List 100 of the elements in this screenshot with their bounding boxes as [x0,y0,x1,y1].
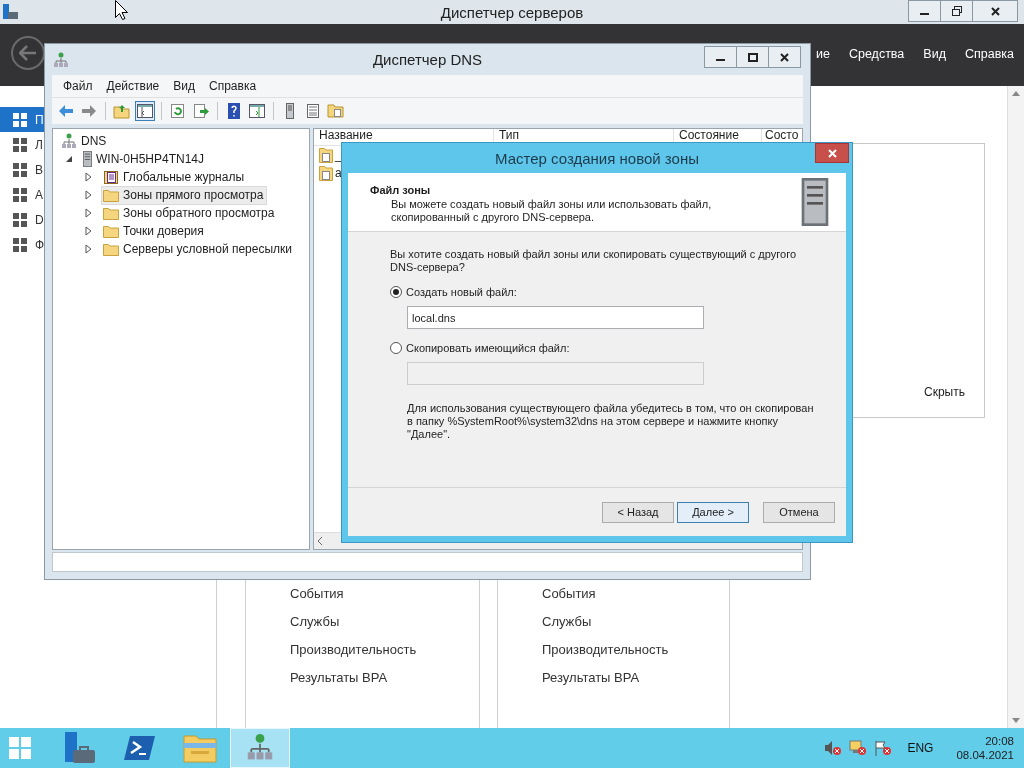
nav-item[interactable]: D [0,207,44,232]
wizard-button[interactable]: Далее > [677,501,749,523]
toolbar-button[interactable] [135,101,155,121]
note-text: Для использования существующего файла убедитесь в том, что он скопирован в папку %SystemRoot%\system32\dns на этом сервере и нажмите кнопку "Далее". [407,402,815,441]
minimize-button[interactable] [704,46,737,68]
nav-item[interactable]: П [0,107,44,132]
wizard-button[interactable]: Отмена [763,501,835,523]
list-item[interactable]: a [335,166,342,180]
nav-icon [13,112,28,127]
nav-item[interactable]: Ф [0,232,44,257]
radio-icon[interactable] [390,342,402,354]
nav-item[interactable]: Л [0,132,44,157]
powershell-icon[interactable] [124,734,156,762]
radio-option[interactable]: Создать новый файл: [390,286,517,298]
toolbar-button[interactable] [191,101,211,121]
column-header[interactable]: Состо [762,129,802,145]
clock-date[interactable]: 08.04.2021 [956,748,1014,762]
nav-icon [13,237,28,252]
export-list-icon [192,102,210,120]
scroll-up-icon[interactable] [1012,90,1020,96]
tree-item[interactable]: Точки доверия [101,221,208,241]
menu-item[interactable]: Файл [56,79,100,93]
tree-item[interactable]: Зоны обратного просмотра [101,203,279,223]
flag-icon[interactable] [874,740,893,756]
close-icon [990,6,1000,16]
menu-item[interactable]: Вид [923,47,946,61]
dns-network-icon [61,133,77,149]
nav-item[interactable]: А [0,182,44,207]
muted-speaker-icon[interactable] [824,740,843,756]
dns-network-icon [53,52,69,68]
taskbar-button[interactable] [230,728,290,768]
menu-item[interactable]: ие [816,47,830,61]
page-description: Вы можете создать новый файл зоны или использовать файл, скопированный с другого DNS-сервера. [390,198,713,224]
toolbar-button[interactable] [326,101,346,121]
menu-item[interactable]: Действие [99,79,167,93]
radio-icon[interactable] [390,286,402,298]
tree-item[interactable]: DNS [59,131,111,151]
minimize-button[interactable] [908,0,941,22]
nav-item[interactable]: В [0,157,44,182]
folder-icon [103,242,119,256]
menu-item[interactable]: Средства [848,47,905,61]
folder-up-icon [113,102,131,120]
nav-icon [13,212,28,227]
maximize-button[interactable] [736,46,769,68]
refresh-icon [169,102,187,120]
log-book-icon [103,169,119,185]
server-toolbox-icon[interactable] [63,731,97,765]
tree-item[interactable]: Зоны прямого просмотра [101,185,268,205]
file-name-field[interactable]: local.dns [407,306,704,329]
dialog-title: Мастер создания новой зоны [495,149,699,167]
toolbar-button[interactable] [247,101,267,121]
tile-link[interactable]: Производительность [542,642,729,670]
mouse-cursor-icon [115,0,128,20]
tile-link[interactable]: События [542,586,729,614]
tile-link[interactable]: Производительность [290,642,479,670]
close-icon [780,52,789,62]
scroll-left-icon[interactable] [317,537,323,545]
clock-time[interactable]: 20:08 [985,734,1014,748]
action-pane-icon [248,102,266,120]
back-arrow-icon [19,45,37,61]
console-tree-icon [136,102,154,120]
network-icon[interactable] [849,740,868,756]
window-title: Диспетчер серверов [440,3,584,21]
radio-option[interactable]: Скопировать имеющийся файл: [390,342,570,354]
tile-link[interactable]: Результаты BPA [290,670,479,698]
windows-logo-icon [9,737,31,759]
close-button[interactable] [972,0,1018,22]
forward-arrow-icon [80,102,98,120]
nav-icon [13,137,28,152]
tile-link[interactable]: Службы [290,614,479,642]
minimize-icon [716,59,725,61]
help-icon [225,102,243,120]
menu-item[interactable]: Вид [166,79,202,93]
server-icon [83,151,92,167]
folder-icon [103,188,119,202]
close-button[interactable] [815,143,849,163]
maximize-icon [747,52,758,62]
tree-item[interactable]: Глобальные журналы [101,167,249,187]
tile-link[interactable]: Результаты BPA [542,670,729,698]
close-icon [827,148,837,158]
tree-item[interactable]: WIN-0H5HP4TN14J [81,149,209,169]
nav-icon [13,162,28,177]
tile-link[interactable]: Службы [542,614,729,642]
tile-link[interactable]: События [290,586,479,614]
hide-link[interactable]: Скрыть [924,385,965,399]
restore-button[interactable] [940,0,973,22]
wizard-button[interactable]: < Назад [602,501,674,523]
menu-item[interactable]: Справка [964,47,1014,61]
zone-folder-icon [319,165,333,181]
scroll-bar[interactable] [1007,86,1024,728]
minimize-icon [920,13,929,15]
server-manager-icon [2,3,19,20]
language-indicator[interactable]: ENG [907,741,934,755]
menu-item[interactable]: Справка [202,79,264,93]
scroll-down-icon[interactable] [1012,718,1020,724]
tree-item[interactable]: Серверы условной пересылки [101,239,297,259]
question-text: Вы хотите создать новый файл зоны или скопировать существующий с другого DNS-сервера? [390,248,798,274]
page-heading: Файл зоны [370,184,432,196]
close-button[interactable] [768,46,801,68]
folder-icon [103,224,119,238]
